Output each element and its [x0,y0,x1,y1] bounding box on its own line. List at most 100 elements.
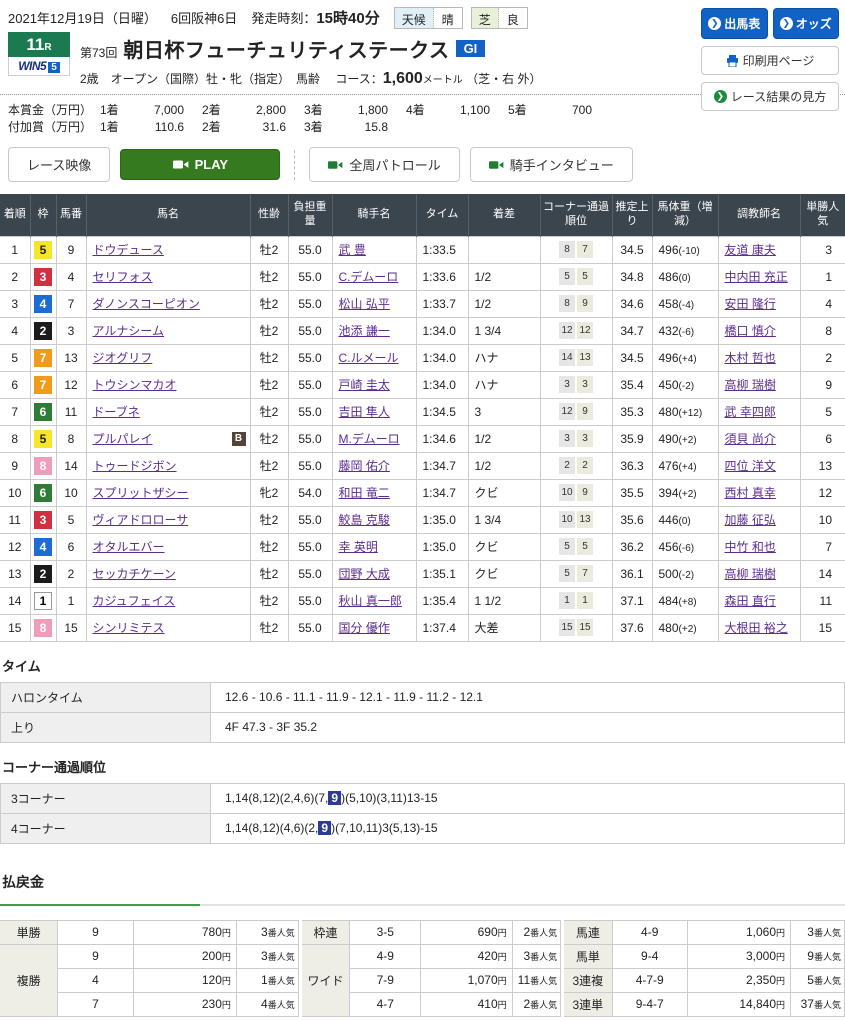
finish-time: 1:34.0 [416,317,468,344]
play-button[interactable]: PLAY [120,149,280,180]
race-video-button[interactable]: レース映像 [8,147,110,182]
horse-link[interactable]: トゥードジボン [93,459,177,473]
frame-badge: 8 [34,457,52,475]
sex-age: 牡2 [250,263,288,290]
trainer-cell: 大根田 裕之 [718,614,800,641]
jockey-link[interactable]: C.ルメール [339,351,399,365]
finish-time: 1:33.5 [416,236,468,263]
body-weight: 496 [659,243,679,257]
horse-link[interactable]: アルナシーム [93,324,165,338]
payout-title: 払戻金 [2,872,845,892]
horse-name-cell: ドウデュースB [86,236,250,263]
last-3f: 34.6 [612,290,652,317]
jockey-link[interactable]: 団野 大成 [339,567,390,581]
body-weight: 490 [659,432,679,446]
jockey-link[interactable]: 幸 英明 [339,540,378,554]
last-3f: 35.4 [612,371,652,398]
col-last3f: 推定上り [612,194,652,236]
trainer-link[interactable]: 安田 隆行 [725,297,776,311]
frame-badge: 5 [34,241,52,259]
corner3-position: 5 [559,268,575,285]
finish-time: 1:34.0 [416,344,468,371]
jockey-link[interactable]: 鮫島 克駿 [339,513,390,527]
trainer-link[interactable]: 中内田 充正 [725,270,788,284]
jockey-link[interactable]: 戸崎 圭太 [339,378,390,392]
jockey-link[interactable]: 松山 弘平 [339,297,390,311]
horse-link[interactable]: ドーブネ [93,405,140,419]
jockey-link[interactable]: 池添 謙一 [339,324,390,338]
frame-cell: 2 [30,560,56,587]
trainer-link[interactable]: 木村 哲也 [725,351,776,365]
horse-link[interactable]: セリフォス [93,270,153,284]
corner4-label: 4コーナー [1,813,211,843]
body-weight-cell: 500(-2) [652,560,718,587]
jockey-link[interactable]: 吉田 隼人 [339,405,390,419]
trainer-cell: 高柳 瑞樹 [718,560,800,587]
corner3-position: 1 [559,592,575,609]
horse-link[interactable]: セッカチケーン [93,567,176,581]
horse-link[interactable]: ヴィアドロローサ [93,513,189,527]
jockey-link[interactable]: C.デムーロ [339,270,399,284]
trainer-link[interactable]: 高柳 瑞樹 [725,378,776,392]
horse-link[interactable]: プルパレイ [93,432,153,446]
jockey-cell: 池添 謙一 [332,317,416,344]
horse-link[interactable]: オタルエバー [93,540,165,554]
horse-link[interactable]: トウシンマカオ [93,378,177,392]
horse-link[interactable]: シンリミテス [93,621,165,635]
horse-link[interactable]: スプリットザシー [93,486,189,500]
entry-table-button[interactable]: ❯ 出馬表 [701,8,768,39]
trainer-link[interactable]: 橋口 慎介 [725,324,776,338]
jockey-link[interactable]: 国分 優作 [339,621,390,635]
payout-tables: 単勝 9 780円 3番人気 複勝 9 200円 3番人気 4 120円 1番人… [0,920,845,1017]
finish-position: 5 [0,344,30,371]
last-up-value: 4F 47.3 - 3F 35.2 [211,712,845,742]
margin: クビ [468,533,540,560]
horse-link[interactable]: ジオグリフ [93,351,153,365]
odds-button[interactable]: ❯ オッズ [773,8,840,39]
corner3-row: 3コーナー 1,14(8,12)(2,4,6)(7,9)(5,10)(3,11)… [1,783,845,813]
horse-name-cell: スプリットザシーB [86,479,250,506]
table-row: 5 7 13 ジオグリフB 牡2 55.0 C.ルメール 1:34.0 ハナ 1… [0,344,845,371]
body-weight: 450 [659,378,679,392]
finish-time: 1:35.4 [416,587,468,614]
race-date: 2021年12月19日（日曜） [8,8,157,27]
finish-position: 1 [0,236,30,263]
patrol-video-button[interactable]: 全周パトロール [309,147,459,182]
print-page-button[interactable]: 印刷用ページ [701,46,839,75]
corner3-position: 12 [559,322,575,339]
payout-table-middle: 枠連 3-5 690円 2番人気 ワイド 4-9 420円 3番人気 7-9 1… [302,920,561,1017]
last-3f: 35.9 [612,425,652,452]
jockey-link[interactable]: 武 豊 [339,243,366,257]
jockey-cell: 松山 弘平 [332,290,416,317]
col-fav: 単勝人気 [800,194,845,236]
jockey-link[interactable]: 和田 竜二 [339,486,390,500]
sanrentan-label: 3連単 [564,992,612,1016]
horse-link[interactable]: カジュフェイス [93,594,176,608]
body-weight: 458 [659,297,679,311]
jockey-interview-button[interactable]: 騎手インタビュー [470,147,633,182]
trainer-link[interactable]: 四位 洋文 [725,459,776,473]
body-weight-cell: 450(-2) [652,371,718,398]
trainer-link[interactable]: 武 幸四郎 [725,405,776,419]
trainer-link[interactable]: 高柳 瑞樹 [725,567,776,581]
trainer-link[interactable]: 須貝 尚介 [725,432,776,446]
trainer-link[interactable]: 大根田 裕之 [725,621,788,635]
horse-number: 11 [56,398,86,425]
body-weight-cell: 446(0) [652,506,718,533]
how-to-read-button[interactable]: ❯ レース結果の見方 [701,82,839,111]
trainer-link[interactable]: 西村 真幸 [725,486,776,500]
horse-number: 14 [56,452,86,479]
win-favorite-rank: 11 [800,587,845,614]
win-favorite-rank: 15 [800,614,845,641]
time-table: ハロンタイム 12.6 - 10.6 - 11.1 - 11.9 - 12.1 … [0,682,845,743]
horse-link[interactable]: ドウデュース [93,243,164,257]
jockey-link[interactable]: 秋山 真一郎 [339,594,402,608]
trainer-link[interactable]: 中竹 和也 [725,540,776,554]
trainer-link[interactable]: 友道 康夫 [725,243,776,257]
jockey-link[interactable]: 藤岡 佑介 [339,459,390,473]
last-3f: 35.3 [612,398,652,425]
trainer-link[interactable]: 加藤 征弘 [725,513,776,527]
jockey-link[interactable]: M.デムーロ [339,432,400,446]
trainer-link[interactable]: 森田 直行 [725,594,776,608]
horse-link[interactable]: ダノンスコーピオン [93,297,200,311]
